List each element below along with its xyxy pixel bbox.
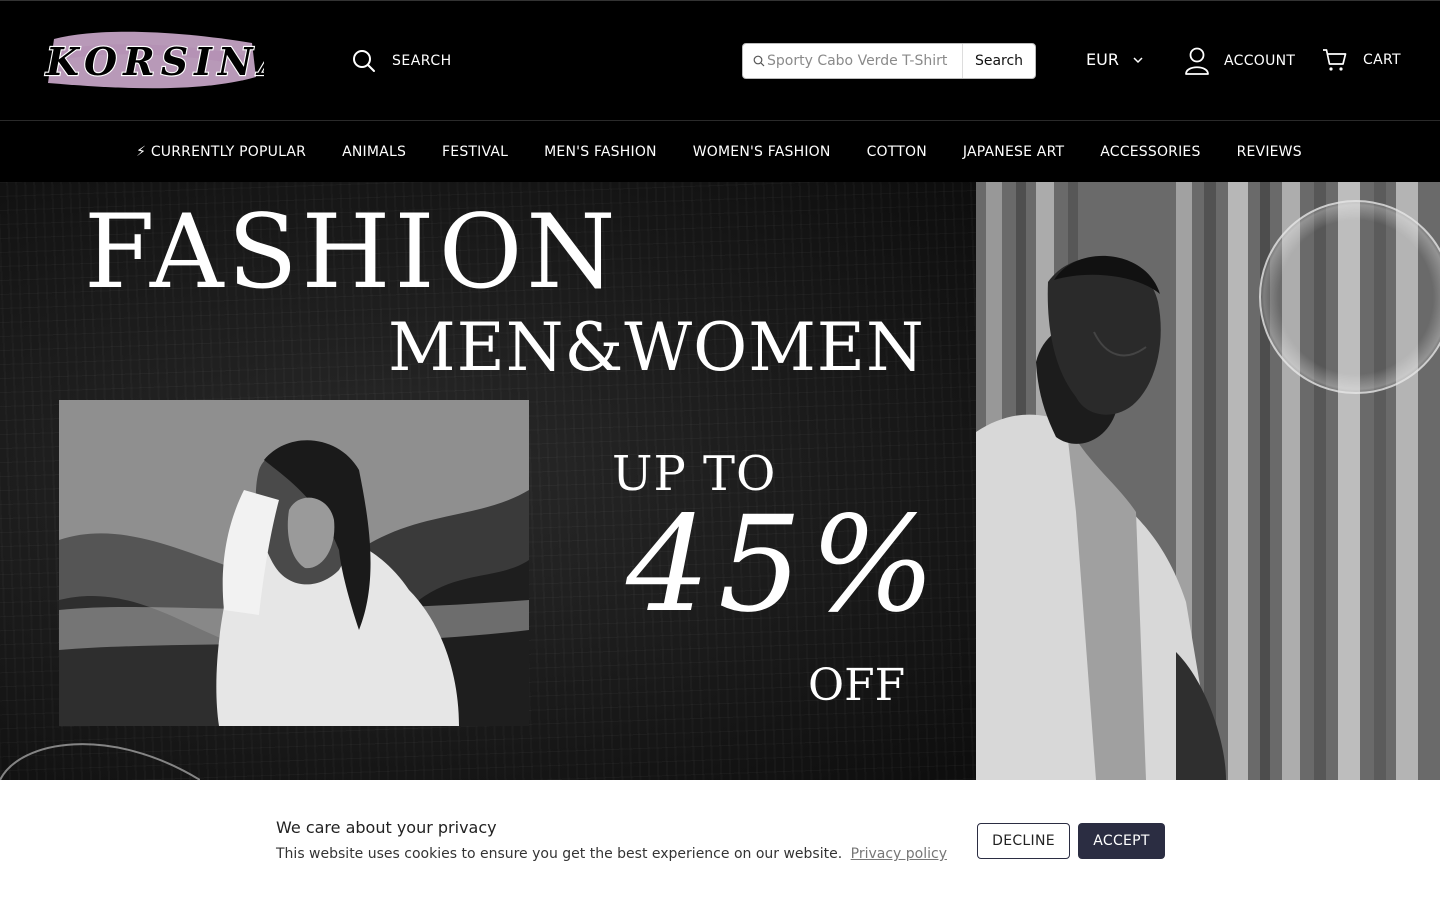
hero-off: OFF (808, 660, 906, 711)
currency-selector[interactable]: EUR (1086, 50, 1143, 69)
site-logo[interactable]: KORSINA (40, 25, 289, 97)
cookie-title: We care about your privacy (276, 818, 497, 837)
search-field[interactable] (743, 44, 963, 78)
hero-photo-man (976, 182, 1440, 780)
hero-title: FASHION (84, 193, 620, 312)
cookie-consent-bar: We care about your privacy This website … (0, 780, 1440, 900)
nav-item-animals[interactable]: ANIMALS (342, 144, 406, 160)
hero-banner[interactable]: FASHION MEN&WOMEN UP TO 45% OFF (0, 182, 1440, 780)
cart-link[interactable]: CART (1322, 48, 1401, 72)
account-link[interactable]: ACCOUNT (1184, 47, 1295, 75)
cart-icon (1323, 49, 1347, 71)
bubble-decoration (0, 743, 200, 780)
decline-button[interactable]: DECLINE (977, 823, 1070, 859)
cookie-message: This website uses cookies to ensure you … (276, 846, 843, 862)
search-small-icon (753, 55, 765, 67)
accept-button[interactable]: ACCEPT (1078, 823, 1165, 859)
nav-item-cotton[interactable]: COTTON (867, 144, 927, 160)
privacy-policy-link[interactable]: Privacy policy (851, 846, 947, 862)
account-label: ACCOUNT (1224, 53, 1296, 69)
nav-item-currently-popular[interactable]: ⚡ CURRENTLY POPULAR (136, 144, 306, 160)
site-header: KORSINA SEARCH Search EUR ACCOUNT (0, 0, 1440, 121)
nav-item-womens-fashion[interactable]: WOMEN'S FASHION (693, 144, 831, 160)
search-label: SEARCH (392, 53, 452, 69)
search-submit-button[interactable]: Search (963, 44, 1035, 78)
main-nav: ⚡ CURRENTLY POPULAR ANIMALS FESTIVAL MEN… (0, 121, 1440, 182)
nav-item-reviews[interactable]: REVIEWS (1237, 144, 1302, 160)
user-icon (1185, 47, 1209, 75)
currency-value: EUR (1086, 50, 1119, 69)
logo-text: KORSINA (45, 39, 264, 84)
hero-subtitle: MEN&WOMEN (388, 309, 925, 386)
nav-item-accessories[interactable]: ACCESSORIES (1100, 144, 1200, 160)
search-bar: Search (742, 43, 1036, 79)
cart-label: CART (1363, 52, 1401, 68)
chevron-down-icon (1133, 56, 1143, 63)
nav-item-festival[interactable]: FESTIVAL (442, 144, 508, 160)
hero-photo-woman (59, 400, 529, 726)
search-input[interactable] (765, 53, 962, 69)
nav-item-mens-fashion[interactable]: MEN'S FASHION (544, 144, 657, 160)
nav-item-japanese-art[interactable]: JAPANESE ART (963, 144, 1064, 160)
search-toggle[interactable]: SEARCH (352, 49, 452, 73)
cookie-message-row: This website uses cookies to ensure you … (276, 846, 947, 862)
search-icon (353, 50, 375, 72)
logo-graphic: KORSINA (44, 31, 289, 89)
hero-percent: 45% (626, 488, 944, 642)
